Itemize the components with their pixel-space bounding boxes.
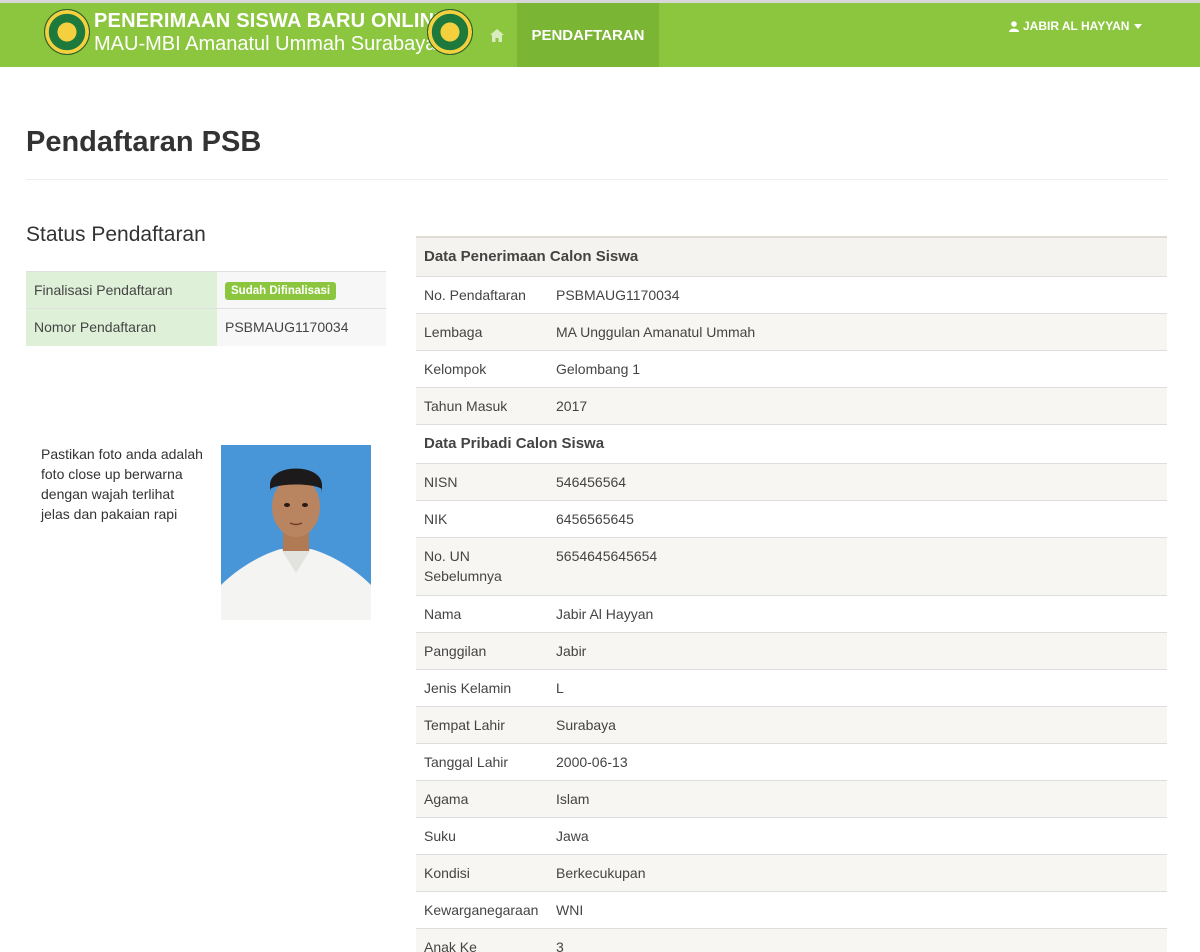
brand-title[interactable]: PENERIMAAN SISWA BARU ONLINE bbox=[94, 10, 448, 33]
table-row: Tempat Lahir Surabaya bbox=[416, 705, 1167, 743]
status-badge: Sudah Difinalisasi bbox=[225, 281, 337, 300]
row-value: 2000-06-13 bbox=[548, 742, 1167, 780]
title-divider bbox=[26, 179, 1168, 180]
logo-emblem-right[interactable] bbox=[427, 9, 473, 55]
photo-note: Pastikan foto anda adalah foto close up … bbox=[41, 446, 203, 522]
section-header: Data Penerimaan Calon Siswa bbox=[416, 236, 1167, 276]
row-label: Tempat Lahir bbox=[416, 705, 548, 743]
table-row: Tanggal Lahir 2000-06-13 bbox=[416, 742, 1167, 780]
status-label: Nomor Pendaftaran bbox=[26, 308, 217, 346]
row-value: MA Unggulan Amanatul Ummah bbox=[548, 312, 1167, 350]
page-title: Pendaftaran PSB bbox=[26, 126, 262, 158]
row-label: Kewarganegaraan bbox=[416, 890, 548, 928]
data-table: Data Penerimaan Calon Siswa No. Pendafta… bbox=[416, 236, 1167, 952]
row-label: Kondisi bbox=[416, 853, 548, 891]
status-value: Sudah Difinalisasi bbox=[217, 271, 386, 309]
row-value: 6456565645 bbox=[548, 499, 1167, 537]
row-label: Kelompok bbox=[416, 349, 548, 387]
table-row: Lembaga MA Unggulan Amanatul Ummah bbox=[416, 312, 1167, 350]
row-value: Jabir bbox=[548, 631, 1167, 669]
status-label: Finalisasi Pendaftaran bbox=[26, 271, 217, 309]
row-value: Jabir Al Hayyan bbox=[548, 594, 1167, 632]
table-row: Jenis Kelamin L bbox=[416, 668, 1167, 706]
row-label: NISN bbox=[416, 462, 548, 500]
status-table: Finalisasi Pendaftaran Sudah Difinalisas… bbox=[26, 271, 386, 346]
table-row: Anak Ke 3 bbox=[416, 927, 1167, 952]
row-label: Suku bbox=[416, 816, 548, 854]
row-value: Berkecukupan bbox=[548, 853, 1167, 891]
row-label: No. UN Sebelumnya bbox=[416, 536, 548, 595]
status-value: PSBMAUG1170034 bbox=[217, 308, 386, 346]
row-label: Agama bbox=[416, 779, 548, 817]
student-photo bbox=[221, 445, 371, 620]
row-value: Islam bbox=[548, 779, 1167, 817]
row-value: 5654645645654 bbox=[548, 536, 1167, 595]
status-row: Nomor Pendaftaran PSBMAUG1170034 bbox=[26, 308, 386, 346]
row-label: NIK bbox=[416, 499, 548, 537]
nav-item-pendaftaran[interactable]: PENDAFTARAN bbox=[517, 3, 659, 67]
status-row: Finalisasi Pendaftaran Sudah Difinalisas… bbox=[26, 271, 386, 309]
user-name: JABIR AL HAYYAN bbox=[1023, 19, 1130, 33]
row-value: 546456564 bbox=[548, 462, 1167, 500]
table-row: Suku Jawa bbox=[416, 816, 1167, 854]
table-row: Kelompok Gelombang 1 bbox=[416, 349, 1167, 387]
row-label: Tanggal Lahir bbox=[416, 742, 548, 780]
table-row: Nama Jabir Al Hayyan bbox=[416, 594, 1167, 632]
section-header: Data Pribadi Calon Siswa bbox=[416, 423, 1167, 463]
home-icon bbox=[490, 28, 504, 42]
table-row: Tahun Masuk 2017 bbox=[416, 386, 1167, 424]
table-row: Agama Islam bbox=[416, 779, 1167, 817]
row-label: Nama bbox=[416, 594, 548, 632]
status-heading: Status Pendaftaran bbox=[26, 223, 206, 246]
row-value: PSBMAUG1170034 bbox=[548, 275, 1167, 313]
table-row: Kewarganegaraan WNI bbox=[416, 890, 1167, 928]
row-value: 3 bbox=[548, 927, 1167, 952]
row-value: Jawa bbox=[548, 816, 1167, 854]
section-title: Data Penerimaan Calon Siswa bbox=[416, 236, 1167, 276]
section-title: Data Pribadi Calon Siswa bbox=[416, 423, 1167, 463]
user-menu[interactable]: JABIR AL HAYYAN bbox=[1000, 3, 1150, 49]
table-row: Kondisi Berkecukupan bbox=[416, 853, 1167, 891]
row-value: Gelombang 1 bbox=[548, 349, 1167, 387]
row-label: Anak Ke bbox=[416, 927, 548, 952]
row-value: 2017 bbox=[548, 386, 1167, 424]
table-row: NISN 546456564 bbox=[416, 462, 1167, 500]
row-value: Surabaya bbox=[548, 705, 1167, 743]
navbar: PENERIMAAN SISWA BARU ONLINE MAU-MBI Ama… bbox=[0, 3, 1200, 67]
row-label: Jenis Kelamin bbox=[416, 668, 548, 706]
row-label: Panggilan bbox=[416, 631, 548, 669]
table-row: Panggilan Jabir bbox=[416, 631, 1167, 669]
row-value: WNI bbox=[548, 890, 1167, 928]
brand-subtitle[interactable]: MAU-MBI Amanatul Ummah Surabaya bbox=[94, 33, 436, 56]
table-row: No. Pendaftaran PSBMAUG1170034 bbox=[416, 275, 1167, 313]
caret-down-icon[interactable] bbox=[1134, 23, 1142, 29]
user-icon bbox=[1009, 20, 1019, 32]
table-row: NIK 6456565645 bbox=[416, 499, 1167, 537]
logo-emblem-left[interactable] bbox=[44, 9, 90, 55]
row-label: Tahun Masuk bbox=[416, 386, 548, 424]
row-value: L bbox=[548, 668, 1167, 706]
row-label: Lembaga bbox=[416, 312, 548, 350]
home-link[interactable] bbox=[478, 3, 516, 67]
table-row: No. UN Sebelumnya 5654645645654 bbox=[416, 536, 1167, 595]
row-label: No. Pendaftaran bbox=[416, 275, 548, 313]
